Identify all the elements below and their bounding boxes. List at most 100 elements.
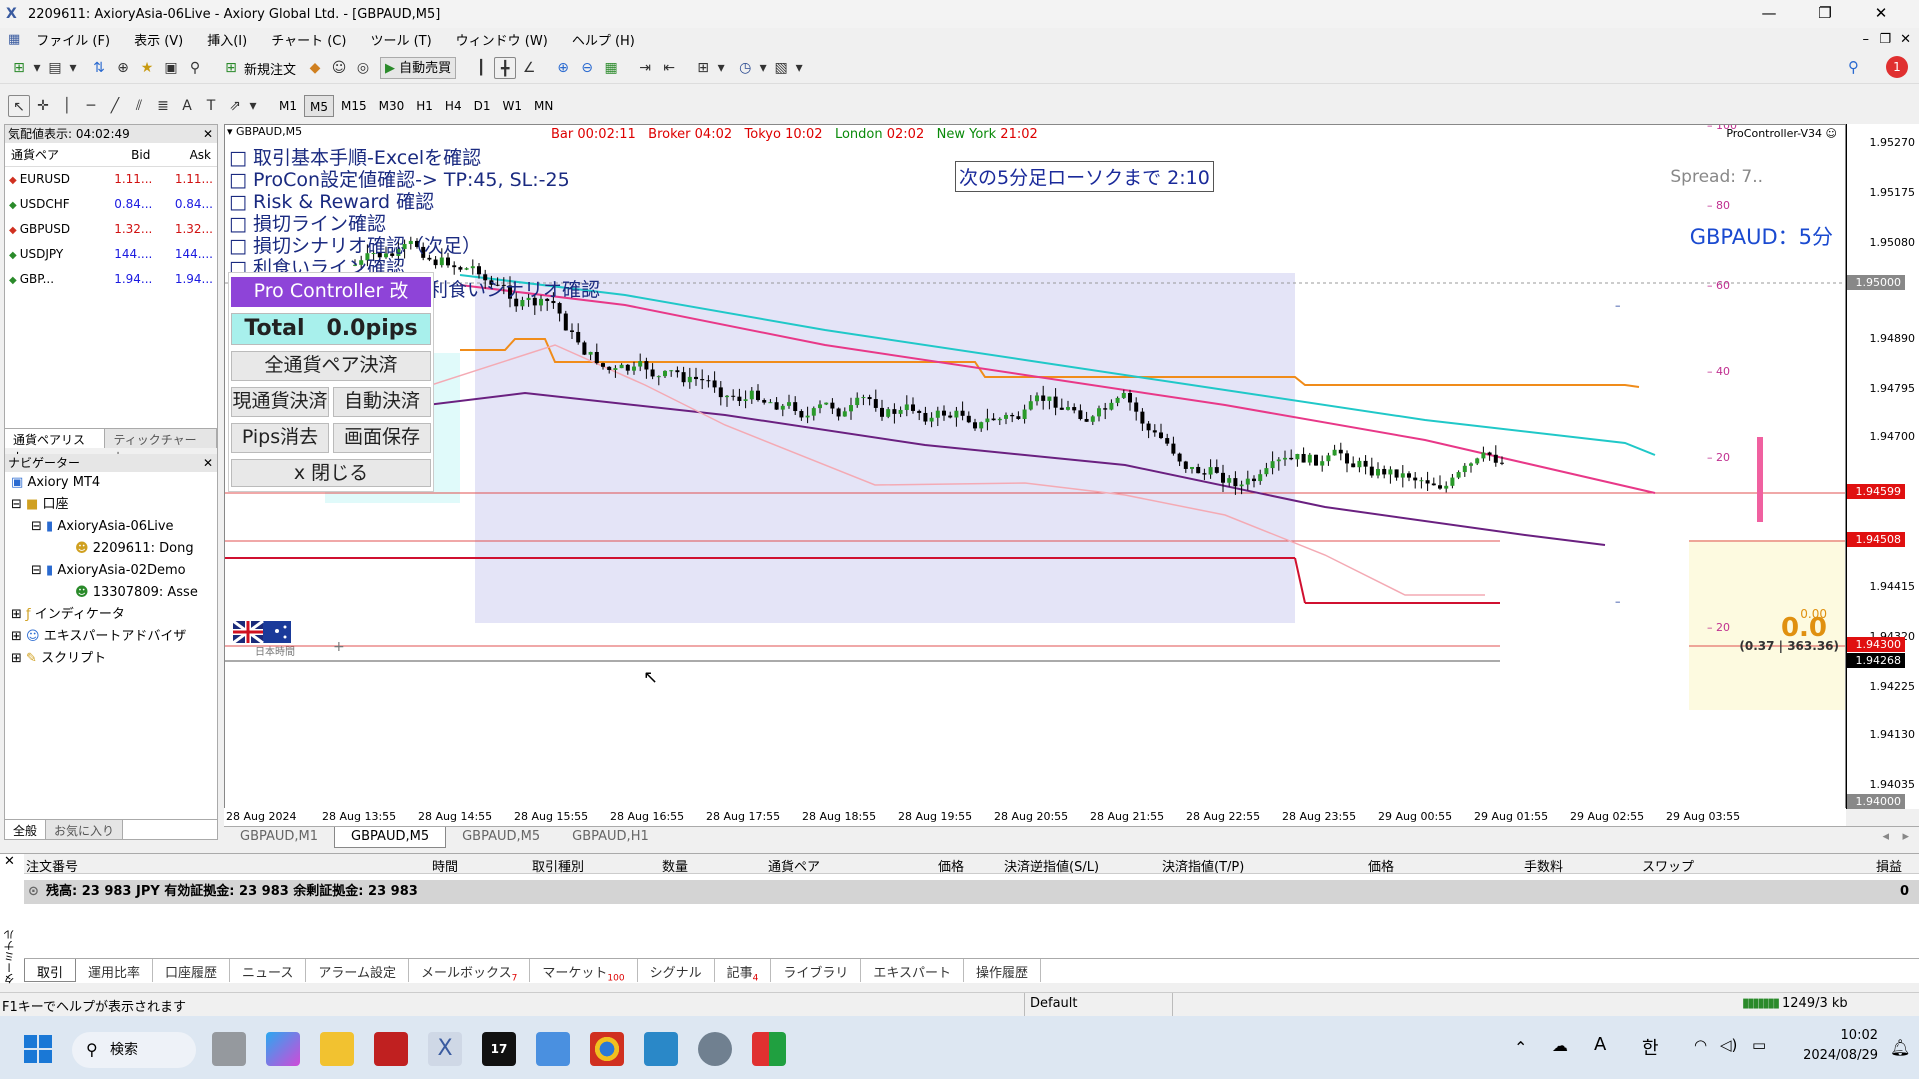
column-header[interactable]: 時間 bbox=[432, 856, 458, 875]
close-panel-button[interactable]: x 閉じる bbox=[231, 459, 431, 487]
metatrader-icon[interactable]: X bbox=[428, 1032, 462, 1066]
remote-desktop-icon[interactable] bbox=[644, 1032, 678, 1066]
new-chart-icon[interactable]: ⊞ bbox=[8, 57, 30, 79]
cursor-icon[interactable]: ↖ bbox=[8, 95, 30, 117]
maximize-button[interactable]: ❐ bbox=[1797, 0, 1853, 28]
app-icon[interactable] bbox=[752, 1032, 786, 1066]
column-header[interactable]: 通貨ペア bbox=[5, 143, 96, 167]
tab-market[interactable]: マーケット100 bbox=[530, 959, 638, 984]
menu-help[interactable]: ヘルプ (H) bbox=[560, 30, 647, 49]
menu-view[interactable]: 表示 (V) bbox=[122, 30, 195, 49]
market-watch-icon[interactable]: ⇅ bbox=[88, 57, 110, 79]
tile-windows-icon[interactable]: ▦ bbox=[600, 57, 622, 79]
fibonacci-icon[interactable]: ≣ bbox=[152, 95, 174, 117]
doc-restore-button[interactable]: ❐ bbox=[1879, 32, 1891, 47]
notification-bell-icon[interactable]: 🔔︎ bbox=[1890, 1038, 1910, 1057]
clear-pips-button[interactable]: Pips消去 bbox=[231, 423, 329, 453]
table-row[interactable]: ◆ GBPUSD 1.32... 1.32... bbox=[5, 217, 217, 242]
tf-mn[interactable]: MN bbox=[529, 95, 558, 117]
close-all-button[interactable]: 全通貨ペア決済 bbox=[231, 351, 431, 381]
tab-news[interactable]: ニュース bbox=[230, 959, 307, 982]
auto-close-button[interactable]: 自動決済 bbox=[333, 387, 431, 417]
volume-icon[interactable]: ◁) bbox=[1720, 1036, 1737, 1054]
chart-shift-icon[interactable]: ⇤ bbox=[658, 57, 680, 79]
windows-start-icon[interactable] bbox=[22, 1033, 56, 1067]
tab-symbols[interactable]: 通貨ペアリスト bbox=[5, 428, 106, 464]
candle-chart-icon[interactable]: ╋ bbox=[494, 57, 517, 79]
tab-exposure[interactable]: 運用比率 bbox=[76, 959, 154, 982]
app-icon[interactable] bbox=[374, 1032, 408, 1066]
autoscroll-icon[interactable]: ⇥ bbox=[634, 57, 656, 79]
crosshair-icon[interactable]: ✛ bbox=[32, 95, 54, 117]
tab-gbpaud-m5[interactable]: GBPAUD,M5 bbox=[334, 827, 447, 848]
cloud-icon[interactable]: ☁ bbox=[1552, 1036, 1568, 1055]
table-row[interactable]: ◆ EURUSD 1.11... 1.11... bbox=[5, 167, 217, 192]
column-header[interactable]: 数量 bbox=[662, 856, 688, 875]
tab-general[interactable]: 全般 bbox=[5, 820, 47, 839]
column-header[interactable]: 価格 bbox=[938, 856, 964, 875]
notification-icon[interactable]: 1 bbox=[1886, 56, 1908, 78]
tree-item[interactable]: ▣ Axiory MT4 bbox=[5, 472, 217, 494]
line-chart-icon[interactable]: ∠ bbox=[518, 57, 540, 79]
dropdown-icon[interactable]: ▾ bbox=[758, 57, 768, 79]
file-explorer-icon[interactable] bbox=[320, 1032, 354, 1066]
tab-gbpaud-m1[interactable]: GBPAUD,M1 bbox=[224, 827, 334, 848]
doc-close-button[interactable]: ✕ bbox=[1900, 32, 1911, 47]
new-order-button[interactable]: 新規注文 bbox=[244, 59, 296, 78]
zoom-in-icon[interactable]: ⊕ bbox=[552, 57, 574, 79]
table-row[interactable]: ◆ USDJPY 144.... 144.... bbox=[5, 242, 217, 267]
tree-item[interactable]: ⊟ ■ 口座 bbox=[5, 494, 217, 516]
tf-h4[interactable]: H4 bbox=[440, 95, 467, 117]
column-header[interactable]: 損益 bbox=[1876, 856, 1902, 875]
text-icon[interactable]: A bbox=[176, 95, 198, 117]
vertical-line-icon[interactable]: │ bbox=[56, 95, 78, 117]
column-header[interactable]: 決済逆指値(S/L) bbox=[1004, 856, 1099, 875]
column-header[interactable]: 注文番号 bbox=[26, 856, 78, 875]
tf-m1[interactable]: M1 bbox=[274, 95, 302, 117]
tab-experts[interactable]: エキスパート bbox=[861, 959, 964, 982]
menu-chart[interactable]: チャート (C) bbox=[259, 30, 358, 49]
tree-item[interactable]: ⊟ ▮ AxioryAsia-06Live bbox=[5, 516, 217, 538]
task-view-icon[interactable] bbox=[212, 1032, 246, 1066]
search-icon[interactable]: ⚲ bbox=[1848, 58, 1859, 76]
bar-chart-icon[interactable]: ┃ bbox=[470, 57, 492, 79]
tf-m15[interactable]: M15 bbox=[336, 95, 372, 117]
doc-minimize-button[interactable]: – bbox=[1863, 32, 1870, 47]
new-order-icon[interactable]: ⊞ bbox=[220, 57, 242, 79]
column-header[interactable]: 価格 bbox=[1368, 856, 1394, 875]
connection-icon[interactable]: ▮▮▮▮▮▮▮ bbox=[1742, 996, 1780, 1011]
tree-item[interactable]: ☻ 13307809: Asse bbox=[5, 582, 217, 604]
dropdown-icon[interactable]: ▾ bbox=[32, 57, 42, 79]
indicators-icon[interactable]: ⊞ bbox=[692, 57, 714, 79]
horizontal-line-icon[interactable]: ─ bbox=[80, 95, 102, 117]
table-row[interactable]: ◆ USDCHF 0.84... 0.84... bbox=[5, 192, 217, 217]
market-icon[interactable]: ◎ bbox=[352, 57, 374, 79]
signals-icon[interactable]: ☺ bbox=[328, 57, 350, 79]
tab-articles[interactable]: 記事4 bbox=[715, 959, 772, 984]
add-icon[interactable]: + bbox=[333, 639, 345, 655]
store-icon[interactable] bbox=[536, 1032, 570, 1066]
auto-trade-button[interactable]: ▶ 自動売買 bbox=[380, 57, 457, 79]
tree-item[interactable]: ⊞ ƒ インディケータ bbox=[5, 604, 217, 626]
terminal-icon[interactable]: ▣ bbox=[160, 57, 182, 79]
column-header[interactable]: Bid bbox=[95, 143, 157, 167]
tab-tick-chart[interactable]: ティックチャート bbox=[105, 428, 217, 464]
balance-row[interactable]: ⊙ 残高: 23 983 JPY 有効証拠金: 23 983 余剰証拠金: 23… bbox=[24, 880, 1919, 904]
tf-m5[interactable]: M5 bbox=[304, 95, 334, 117]
menu-file[interactable]: ファイル (F) bbox=[24, 30, 122, 49]
label-icon[interactable]: T bbox=[200, 95, 222, 117]
scroll-right-icon[interactable]: ▸ bbox=[1902, 829, 1909, 844]
arrows-icon[interactable]: ⇗ bbox=[224, 95, 246, 117]
chrome-icon[interactable] bbox=[590, 1032, 624, 1066]
tab-mailbox[interactable]: メールボックス7 bbox=[409, 959, 531, 984]
tf-m30[interactable]: M30 bbox=[374, 95, 410, 117]
zoom-out-icon[interactable]: ⊖ bbox=[576, 57, 598, 79]
column-header[interactable]: 通貨ペア bbox=[768, 856, 820, 875]
save-screen-button[interactable]: 画面保存 bbox=[333, 423, 431, 453]
scroll-left-icon[interactable]: ◂ bbox=[1882, 829, 1889, 844]
channel-icon[interactable]: ⫽ bbox=[128, 95, 150, 117]
dropdown-icon[interactable]: ▾ bbox=[68, 57, 78, 79]
templates-icon[interactable]: ▧ bbox=[770, 57, 792, 79]
tab-alerts[interactable]: アラーム設定 bbox=[306, 959, 410, 982]
close-icon[interactable]: ✕ bbox=[203, 454, 213, 472]
